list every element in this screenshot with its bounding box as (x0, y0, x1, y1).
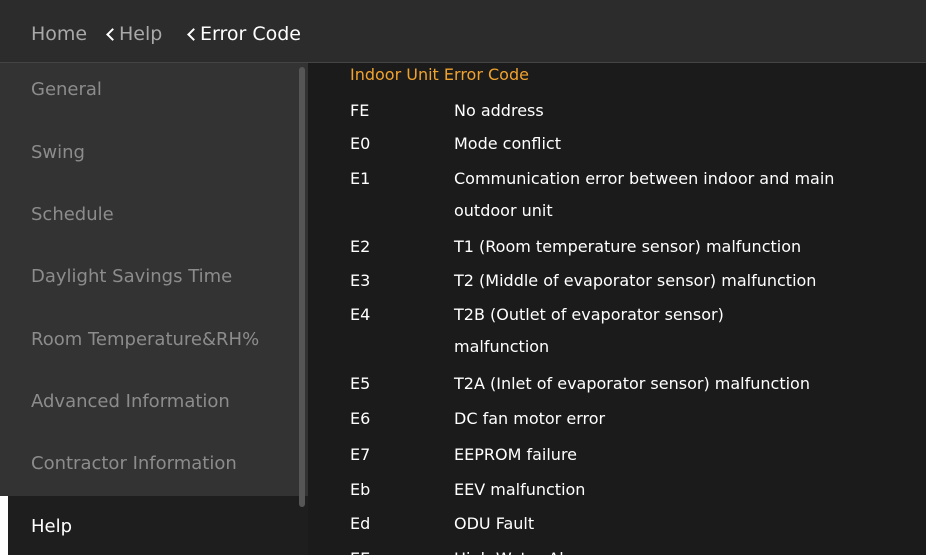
chevron-left-icon (187, 28, 200, 41)
error-code: E1 (350, 169, 371, 188)
sidebar-item-room-temperature[interactable]: Room Temperature&RH% (31, 328, 259, 352)
error-code: E0 (350, 134, 371, 153)
error-description: EEV malfunction (454, 480, 586, 499)
error-code: E7 (350, 445, 371, 464)
sidebar-gap (0, 496, 8, 555)
error-code: E2 (350, 237, 371, 256)
error-code: Eb (350, 480, 371, 499)
error-description: High Water Alarm (454, 543, 924, 555)
error-description: T1 (Room temperature sensor) malfunction (454, 237, 802, 256)
error-code: FE (350, 101, 370, 120)
breadcrumb-current: Error Code (200, 23, 301, 45)
error-description: Mode conflict (454, 134, 561, 153)
sidebar-item-advanced-information[interactable]: Advanced Information (31, 390, 230, 414)
content-title: Indoor Unit Error Code (350, 65, 529, 84)
sidebar-item-daylight-savings-time[interactable]: Daylight Savings Time (31, 265, 232, 289)
error-code-list[interactable]: Indoor Unit Error Code FE No address E0 … (308, 63, 926, 555)
error-description: Communication error between indoor and m… (454, 169, 835, 220)
error-code-screen: Home Help Error Code General Swing Sched… (0, 0, 926, 555)
error-description: T2 (Middle of evaporator sensor) malfunc… (454, 271, 817, 290)
error-code: E3 (350, 271, 371, 290)
chevron-left-icon (106, 28, 119, 41)
breadcrumb-help[interactable]: Help (119, 21, 162, 47)
sidebar-item-swing[interactable]: Swing (31, 141, 85, 165)
sidebar-item-help[interactable]: Help (31, 515, 72, 539)
error-code: E4 (350, 305, 371, 324)
breadcrumb-home[interactable]: Home (31, 21, 87, 47)
breadcrumb: Home Help Error Code (0, 0, 926, 63)
error-code: EE (350, 548, 370, 555)
error-description: EEPROM failure (454, 445, 578, 464)
error-code: E6 (350, 409, 371, 428)
error-description: T2B (Outlet of evaporator sensor) malfun… (454, 305, 724, 356)
sidebar (0, 63, 308, 555)
sidebar-item-general[interactable]: General (31, 78, 102, 102)
sidebar-scrollbar[interactable] (299, 67, 305, 507)
sidebar-item-contractor-information[interactable]: Contractor Information (31, 452, 237, 476)
error-description: DC fan motor error (454, 409, 606, 428)
error-code: E5 (350, 374, 371, 393)
error-description: No address (454, 101, 544, 120)
error-code: Ed (350, 514, 371, 533)
error-description: ODU Fault (454, 514, 535, 533)
sidebar-item-schedule[interactable]: Schedule (31, 203, 114, 227)
error-description: T2A (Inlet of evaporator sensor) malfunc… (454, 374, 810, 393)
